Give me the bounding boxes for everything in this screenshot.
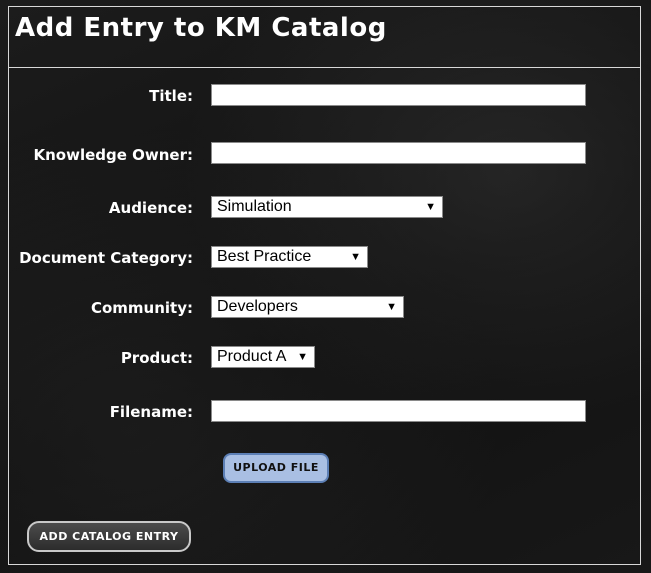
- chevron-down-icon: ▼: [386, 301, 397, 313]
- add-catalog-entry-button[interactable]: ADD CATALOG ENTRY: [27, 521, 191, 552]
- page-title: Add Entry to KM Catalog: [15, 13, 387, 43]
- chevron-down-icon: ▼: [350, 251, 361, 263]
- community-label: Community:: [90, 299, 193, 317]
- product-selected-value: Product A: [217, 348, 287, 365]
- title-label: Title:: [149, 87, 193, 105]
- audience-select[interactable]: Simulation ▼: [211, 196, 443, 218]
- knowledge-owner-input[interactable]: [211, 142, 586, 164]
- upload-file-button[interactable]: UPLOAD FILE: [223, 453, 329, 483]
- filename-label: Filename:: [109, 403, 193, 421]
- page-background: Add Entry to KM Catalog Title: Knowledge…: [0, 0, 651, 573]
- document-category-selected-value: Best Practice: [217, 248, 312, 265]
- catalog-form-panel: Add Entry to KM Catalog Title: Knowledge…: [8, 6, 641, 565]
- product-select[interactable]: Product A ▼: [211, 346, 315, 368]
- audience-selected-value: Simulation: [217, 198, 292, 215]
- community-selected-value: Developers: [217, 298, 298, 315]
- title-input[interactable]: [211, 84, 586, 106]
- document-category-label: Document Category:: [19, 249, 193, 267]
- filename-input[interactable]: [211, 400, 586, 422]
- document-category-select[interactable]: Best Practice ▼: [211, 246, 368, 268]
- chevron-down-icon: ▼: [425, 201, 436, 213]
- audience-label: Audience:: [108, 199, 193, 217]
- knowledge-owner-label: Knowledge Owner:: [33, 146, 193, 164]
- community-select[interactable]: Developers ▼: [211, 296, 404, 318]
- chevron-down-icon: ▼: [297, 351, 308, 363]
- product-label: Product:: [120, 349, 193, 367]
- panel-header: Add Entry to KM Catalog: [9, 7, 640, 68]
